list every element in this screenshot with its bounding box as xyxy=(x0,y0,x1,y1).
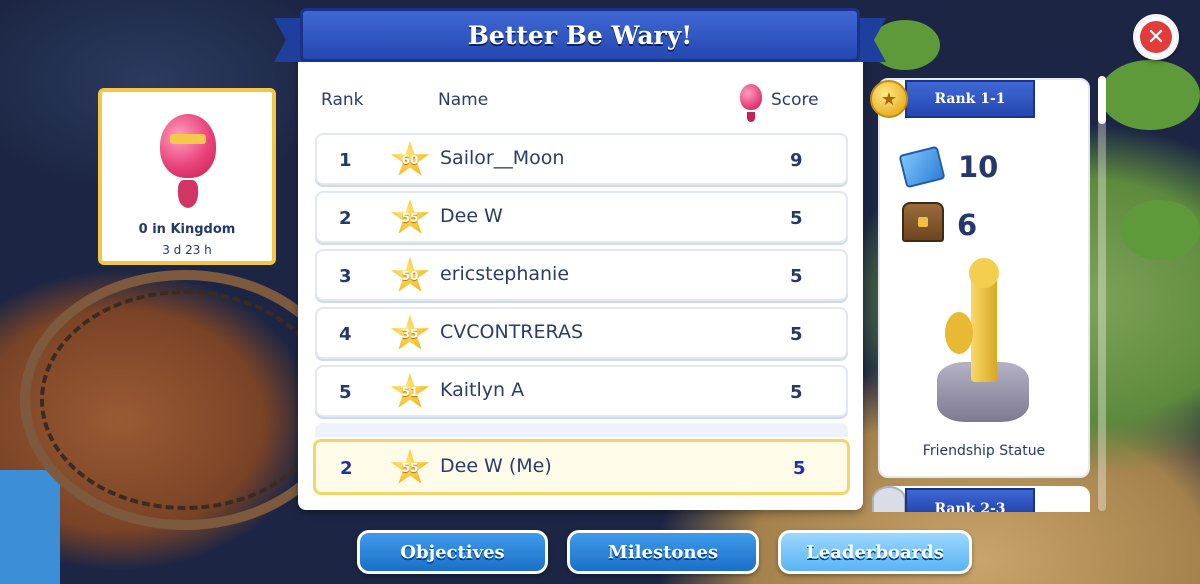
leaderboard-row[interactable]: 5 51 Kaitlyn A 5 xyxy=(315,365,848,417)
palm-foliage xyxy=(1100,60,1200,130)
row-rank: 2 xyxy=(339,208,352,229)
player-level: 50 xyxy=(401,269,419,283)
chest-count: 6 xyxy=(957,208,978,242)
leaderboard-list[interactable]: 1 60 Sailor__Moon 9 2 55 Dee W 5 3 50 er… xyxy=(315,133,848,423)
leaderboard-row[interactable]: 2 55 Dee W 5 xyxy=(315,191,848,243)
rewards-scroll-thumb[interactable] xyxy=(1098,76,1106,124)
level-star-icon: 55 xyxy=(390,449,430,484)
level-star-icon: 55 xyxy=(390,199,430,234)
leaderboard-row[interactable]: 4 35 CVCONTRERAS 5 xyxy=(315,307,848,359)
player-level: 55 xyxy=(401,211,419,225)
player-level: 55 xyxy=(401,461,419,475)
row-rank: 2 xyxy=(340,458,353,479)
event-title-banner: Better Be Wary! xyxy=(300,8,860,62)
level-star-icon: 51 xyxy=(390,373,430,408)
player-level: 35 xyxy=(401,327,419,341)
level-star-icon: 50 xyxy=(390,257,430,292)
player-score: 9 xyxy=(790,150,803,171)
rank-tier-tab: Rank 1-1 xyxy=(905,80,1035,118)
treasure-chest-icon xyxy=(902,202,944,242)
hot-air-balloon-icon xyxy=(160,114,216,178)
coaster-track-rails xyxy=(40,290,330,510)
player-name: Sailor__Moon xyxy=(440,147,565,169)
player-score: 5 xyxy=(793,458,806,479)
close-icon: ✕ xyxy=(1140,21,1172,53)
event-card[interactable]: 0 in Kingdom 3 d 23 h xyxy=(98,88,276,265)
balloon-basket xyxy=(178,180,198,208)
player-score: 5 xyxy=(790,382,803,403)
score-column-header: Score xyxy=(771,90,819,110)
next-rank-tier-tab: Rank 2-3 xyxy=(905,488,1035,512)
player-level: 51 xyxy=(401,385,419,399)
level-star-icon: 35 xyxy=(390,315,430,350)
friendship-statue-image xyxy=(933,258,1033,426)
palm-foliage xyxy=(1120,200,1200,260)
player-score: 5 xyxy=(790,324,803,345)
player-name: Dee W xyxy=(440,205,503,227)
player-name: CVCONTRERAS xyxy=(440,321,584,343)
tab-milestones[interactable]: Milestones xyxy=(567,530,759,574)
reward-item-name: Friendship Statue xyxy=(922,443,1046,459)
player-name: ericstephanie xyxy=(440,263,570,285)
trophy-icon: ★ xyxy=(870,80,908,118)
player-score: 5 xyxy=(790,266,803,287)
player-name: Dee W (Me) xyxy=(440,455,552,477)
row-rank: 3 xyxy=(339,266,352,287)
event-time-left: 3 d 23 h xyxy=(162,243,212,257)
row-rank: 4 xyxy=(339,324,352,345)
trophy-icon xyxy=(872,486,906,512)
rank-column-header: Rank xyxy=(321,90,364,110)
rewards-scrollbar[interactable] xyxy=(1098,76,1106,511)
row-rank: 1 xyxy=(339,150,352,171)
leaderboard-row[interactable]: 1 60 Sailor__Moon 9 xyxy=(315,133,848,185)
score-balloon-icon xyxy=(740,84,762,122)
river-water xyxy=(0,470,60,584)
leaderboard-row[interactable]: 3 50 ericstephanie 5 xyxy=(315,249,848,301)
event-kingdom-count: 0 in Kingdom xyxy=(138,222,236,237)
row-rank: 5 xyxy=(339,382,352,403)
level-star-icon: 60 xyxy=(390,141,430,176)
player-level: 60 xyxy=(401,153,419,167)
name-column-header: Name xyxy=(438,90,489,110)
leaderboard-row-partial xyxy=(315,423,848,437)
player-name: Kaitlyn A xyxy=(440,379,525,401)
player-score: 5 xyxy=(790,208,803,229)
tab-leaderboards[interactable]: Leaderboards xyxy=(778,530,972,574)
blueprint-count: 10 xyxy=(958,150,999,184)
my-rank-row[interactable]: 2 55 Dee W (Me) 5 xyxy=(313,439,850,495)
close-button[interactable]: ✕ xyxy=(1133,14,1179,60)
tab-objectives[interactable]: Objectives xyxy=(357,530,548,574)
